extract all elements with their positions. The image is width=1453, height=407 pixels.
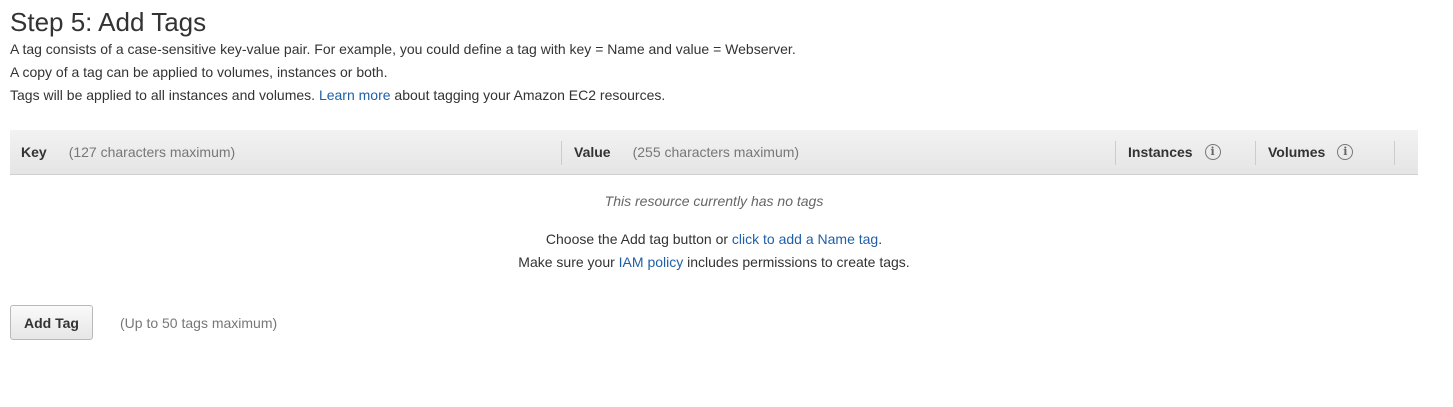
- column-divider: [1255, 141, 1256, 165]
- help-line-1-text-after: .: [878, 231, 883, 247]
- tag-limit-hint: (Up to 50 tags maximum): [120, 315, 278, 331]
- help-line-1-text-before: Choose the Add tag button or: [545, 231, 732, 247]
- description-line-3-text-before: Tags will be applied to all instances an…: [10, 87, 319, 103]
- page-title: Step 5: Add Tags: [10, 7, 207, 37]
- help-line-2-text-after: includes permissions to create tags.: [683, 254, 910, 270]
- help-line-1: Choose the Add tag button or click to ad…: [10, 230, 1418, 248]
- key-column-hint: (127 characters maximum): [68, 144, 236, 160]
- learn-more-link[interactable]: Learn more: [319, 87, 391, 103]
- volumes-info-icon[interactable]: i: [1337, 144, 1354, 160]
- column-header-instances: Instances i: [1128, 130, 1221, 174]
- instances-info-icon[interactable]: i: [1204, 144, 1221, 160]
- volumes-column-label: Volumes: [1268, 144, 1326, 160]
- add-tag-button[interactable]: Add Tag: [10, 305, 93, 340]
- instances-column-label: Instances: [1128, 144, 1193, 160]
- tags-table-header: Key (127 characters maximum) Value (255 …: [10, 130, 1418, 175]
- description-line-2: A copy of a tag can be applied to volume…: [10, 64, 388, 80]
- empty-tags-message: This resource currently has no tags: [604, 193, 824, 209]
- description-line-1: A tag consists of a case-sensitive key-v…: [10, 41, 796, 57]
- value-column-hint: (255 characters maximum): [632, 144, 800, 160]
- add-name-tag-link[interactable]: click to add a Name tag: [732, 231, 878, 247]
- description-line-3: Tags will be applied to all instances an…: [10, 86, 665, 104]
- column-header-volumes: Volumes i: [1268, 130, 1354, 174]
- column-divider: [561, 141, 562, 165]
- value-column-label: Value: [574, 144, 611, 160]
- column-divider: [1115, 141, 1116, 165]
- column-divider: [1394, 141, 1395, 165]
- column-header-key: Key (127 characters maximum): [21, 130, 235, 174]
- column-header-value: Value (255 characters maximum): [574, 130, 799, 174]
- help-line-2: Make sure your IAM policy includes permi…: [10, 253, 1418, 271]
- description-line-3-text-after: about tagging your Amazon EC2 resources.: [390, 87, 666, 103]
- help-line-2-text-before: Make sure your: [518, 254, 619, 270]
- iam-policy-link[interactable]: IAM policy: [619, 254, 684, 270]
- key-column-label: Key: [21, 144, 47, 160]
